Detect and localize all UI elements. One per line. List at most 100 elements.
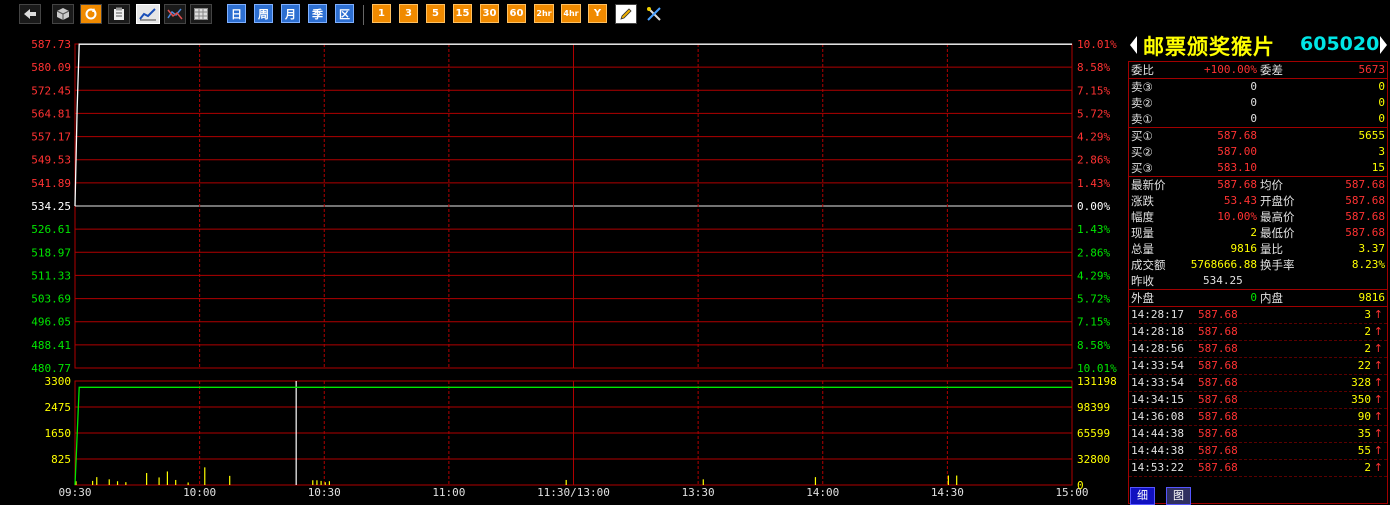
outer-inner-section: 外盘 0 内盘 9816 [1129, 290, 1387, 307]
minute-button-1[interactable]: 1 [372, 4, 391, 23]
up-arrow-icon: ↑ [1373, 444, 1383, 457]
percent-tick-label: 5.72% [1077, 293, 1110, 306]
weicha-label: 委差 [1260, 63, 1283, 77]
minute-button-5[interactable]: 5 [426, 4, 445, 23]
tick-row: 14:33:54 587.68 328 ↑ [1129, 375, 1387, 392]
minute-button-60[interactable]: 60 [507, 4, 526, 23]
stat-label: 幅度 [1131, 210, 1154, 224]
prev-close-label: 昨收 [1131, 274, 1154, 288]
minute-button-2hr[interactable]: 2hr [534, 4, 554, 23]
price-tick-label: 503.69 [31, 293, 71, 306]
price-tick-label: 488.41 [31, 339, 71, 352]
percent-tick-label: 4.29% [1077, 269, 1110, 282]
cube-icon[interactable] [52, 4, 74, 24]
period-button-week[interactable]: 周 [254, 4, 273, 23]
refresh-icon[interactable] [80, 4, 102, 24]
tick-time: 14:28:56 [1131, 342, 1184, 355]
period-button-quarter[interactable]: 季 [308, 4, 327, 23]
bid-price: 583.10 [1217, 161, 1257, 174]
stat-label: 换手率 [1260, 258, 1295, 272]
intraday-chart-icon[interactable] [136, 4, 160, 24]
tick-row: 14:28:56 587.68 2 ↑ [1129, 341, 1387, 358]
stat-value: 3.37 [1358, 242, 1386, 255]
amount-tick-label: 131198 [1077, 375, 1117, 388]
tick-row: 14:28:17 587.68 3 ↑ [1129, 307, 1387, 324]
ask-price: 0 [1250, 112, 1257, 125]
tick-volume: 2 [1364, 461, 1371, 474]
panel-tabs: 细 图 [1128, 486, 1390, 505]
ask-label: 卖① [1131, 112, 1153, 126]
tick-row: 14:53:22 587.68 2 ↑ [1129, 460, 1387, 477]
up-arrow-icon: ↑ [1373, 359, 1383, 372]
minute-button-year[interactable]: Y [588, 4, 607, 23]
tick-time: 14:44:38 [1131, 444, 1184, 457]
percent-tick-label: 1.43% [1077, 223, 1110, 236]
period-button-day[interactable]: 日 [227, 4, 246, 23]
percent-tick-label: 5.72% [1077, 107, 1110, 120]
tick-price: 587.68 [1198, 427, 1238, 440]
amount-tick-label: 0 [1077, 479, 1084, 492]
tick-row: 14:44:38 587.68 55 ↑ [1129, 443, 1387, 460]
back-icon[interactable] [19, 4, 41, 24]
tick-row: 14:44:38 587.68 35 ↑ [1129, 426, 1387, 443]
minute-button-4hr[interactable]: 4hr [561, 4, 581, 23]
amount-tick-label: 65599 [1077, 427, 1110, 440]
next-stock-icon[interactable] [1380, 36, 1387, 54]
time-tick-label: 11:30/13:00 [537, 486, 610, 499]
price-tick-label: 564.81 [31, 107, 71, 120]
ask-row: 卖① 0 0 [1129, 111, 1387, 127]
tick-price: 587.68 [1198, 359, 1238, 372]
period-button-month[interactable]: 月 [281, 4, 300, 23]
minute-button-3[interactable]: 3 [399, 4, 418, 23]
minute-button-15[interactable]: 15 [453, 4, 472, 23]
up-arrow-icon: ↑ [1373, 427, 1383, 440]
stat-label: 均价 [1260, 178, 1283, 192]
tick-row: 14:34:15 587.68 350 ↑ [1129, 392, 1387, 409]
tick-volume: 2 [1364, 325, 1371, 338]
ask-volume: 0 [1378, 96, 1385, 109]
tick-list[interactable]: 14:28:17 587.68 3 ↑ 14:28:18 587.68 2 ↑ 14:28:56… [1129, 307, 1387, 477]
stat-value: 587.68 [1345, 210, 1385, 223]
bid-row: 买② 587.00 3 [1129, 144, 1387, 160]
tick-row: 14:36:08 587.68 90 ↑ [1129, 409, 1387, 426]
tick-volume: 90 [1357, 410, 1371, 423]
intraday-chart[interactable]: 587.73 10.01% 580.09 8.58% 572.45 7.15% 564.81… [0, 30, 1128, 504]
tab-chart[interactable]: 图 [1166, 487, 1191, 505]
ask-row: 卖② 0 0 [1129, 95, 1387, 111]
clipboard-icon[interactable] [108, 4, 130, 24]
tick-time: 14:33:54 [1131, 376, 1184, 389]
price-tick-label: 526.61 [31, 223, 71, 236]
pencil-icon[interactable] [615, 4, 637, 24]
stat-value: 587.68 [1345, 194, 1385, 207]
kline-chart-icon[interactable] [164, 4, 186, 24]
tick-volume: 328 [1351, 376, 1371, 389]
percent-tick-label: 8.58% [1077, 61, 1110, 74]
price-tick-label: 572.45 [31, 84, 71, 97]
intraday-chart-area: 587.73 10.01% 580.09 8.58% 572.45 7.15% 564.81… [0, 30, 1128, 504]
stat-value: 587.68 [1217, 178, 1257, 191]
price-tick-label: 587.73 [31, 38, 71, 51]
tab-detail[interactable]: 细 [1130, 487, 1155, 505]
stat-value: 9816 [1230, 242, 1258, 255]
prev-close-row: 昨收 534.25 [1129, 273, 1387, 289]
bid-label: 买② [1131, 145, 1153, 159]
tick-price: 587.68 [1198, 342, 1238, 355]
price-tick-label: 518.97 [31, 246, 71, 259]
table-icon[interactable] [190, 4, 212, 24]
tools-icon[interactable] [643, 4, 665, 24]
time-tick-label: 14:30 [931, 486, 964, 499]
minute-button-30[interactable]: 30 [480, 4, 499, 23]
stat-label: 现量 [1131, 226, 1154, 240]
ask-label: 卖② [1131, 96, 1153, 110]
stock-name: 邮票颁奖猴片 [1143, 35, 1275, 59]
stat-value: 53.43 [1223, 194, 1257, 207]
price-tick-label: 549.53 [31, 154, 71, 167]
period-button-range[interactable]: 区 [335, 4, 354, 23]
stat-value: 10.00% [1217, 210, 1257, 223]
tick-time: 14:28:17 [1131, 308, 1184, 321]
inner-value: 9816 [1358, 291, 1386, 304]
ask-label: 卖③ [1131, 80, 1153, 94]
prev-stock-icon[interactable] [1130, 36, 1137, 54]
time-tick-label: 14:00 [806, 486, 839, 499]
time-tick-label: 11:00 [432, 486, 465, 499]
